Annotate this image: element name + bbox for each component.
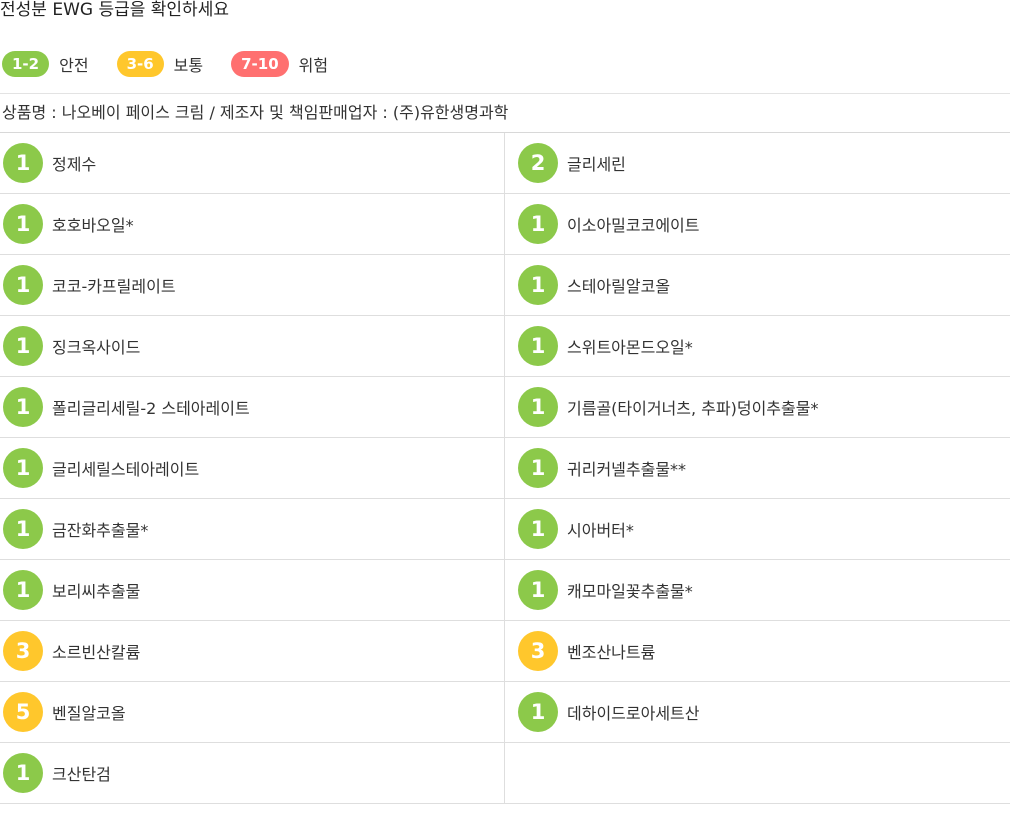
ingredient-row: 1 호호바오일* 1 이소아밀코코에이트 [0, 194, 1010, 255]
ingredient-name: 데하이드로아세트산 [567, 704, 700, 723]
ewg-grade-badge: 1 [518, 570, 558, 610]
legend-item-moderate: 3-6 보통 [116, 51, 204, 77]
ingredient-grid: 1 정제수 2 글리세린 1 호호바오일* 1 이소아밀코코에이트 1 코코-카프릴레이트 1 스테아… [0, 133, 1010, 804]
ingredient-item: 1 이소아밀코코에이트 [505, 194, 1010, 254]
ingredient-item: 1 금잔화추출물* [0, 499, 505, 559]
ingredient-item: 1 스위트아몬드오일* [505, 316, 1010, 376]
legend-moderate-label: 보통 [173, 56, 204, 75]
ewg-grade-badge: 3 [518, 631, 558, 671]
ingredient-name: 금잔화추출물* [52, 521, 149, 540]
ingredient-item: 1 기름골(타이거너츠, 추파)덩이추출물* [505, 377, 1010, 437]
ewg-grade-badge: 1 [3, 509, 43, 549]
ewg-grade-badge: 1 [518, 509, 558, 549]
ingredient-name: 보리씨추출물 [52, 582, 141, 601]
ewg-grade-badge: 1 [3, 387, 43, 427]
legend-danger-badge: 7-10 [231, 51, 289, 77]
ewg-grade-badge: 1 [3, 265, 43, 305]
ewg-grade-badge: 2 [518, 143, 558, 183]
ewg-grade-badge: 1 [3, 326, 43, 366]
ingredient-item: 1 귀리커넬추출물** [505, 438, 1010, 498]
ewg-grade-badge: 1 [518, 448, 558, 488]
ingredient-row: 1 정제수 2 글리세린 [0, 133, 1010, 194]
ingredient-item: 5 벤질알코올 [0, 682, 505, 742]
ingredient-row: 5 벤질알코올 1 데하이드로아세트산 [0, 682, 1010, 743]
ingredient-name: 시아버터* [567, 521, 634, 540]
ingredient-item: 1 시아버터* [505, 499, 1010, 559]
ingredient-name: 글리세릴스테아레이트 [52, 460, 200, 479]
ingredient-row: 1 보리씨추출물 1 캐모마일꽃추출물* [0, 560, 1010, 621]
ingredient-item: 1 보리씨추출물 [0, 560, 505, 620]
ingredient-item: 1 징크옥사이드 [0, 316, 505, 376]
ewg-grade-badge: 3 [3, 631, 43, 671]
legend-safe-badge: 1-2 [2, 51, 50, 77]
ingredient-row: 1 글리세릴스테아레이트 1 귀리커넬추출물** [0, 438, 1010, 499]
ingredient-name: 글리세린 [567, 155, 626, 174]
ewg-grade-badge: 1 [518, 326, 558, 366]
ewg-grade-badge: 5 [3, 692, 43, 732]
legend-moderate-badge: 3-6 [116, 51, 164, 77]
ingredient-row: 1 금잔화추출물* 1 시아버터* [0, 499, 1010, 560]
ewg-grade-badge: 1 [518, 387, 558, 427]
ingredient-item: 1 스테아릴알코올 [505, 255, 1010, 315]
ewg-grade-badge: 1 [518, 204, 558, 244]
ingredient-name: 소르빈산칼륨 [52, 643, 141, 662]
ingredient-name: 기름골(타이거너츠, 추파)덩이추출물* [567, 399, 819, 418]
ingredient-name: 크산탄검 [52, 765, 111, 784]
ingredient-row: 1 폴리글리세릴-2 스테아레이트 1 기름골(타이거너츠, 추파)덩이추출물* [0, 377, 1010, 438]
legend-item-danger: 7-10 위험 [231, 51, 328, 77]
ewg-grade-badge: 1 [3, 570, 43, 610]
ewg-grade-badge: 1 [3, 448, 43, 488]
ingredient-row: 1 징크옥사이드 1 스위트아몬드오일* [0, 316, 1010, 377]
ingredient-name: 벤조산나트륨 [567, 643, 656, 662]
ingredient-item: 1 캐모마일꽃추출물* [505, 560, 1010, 620]
ewg-grade-badge: 1 [518, 692, 558, 732]
ingredient-item: 1 폴리글리세릴-2 스테아레이트 [0, 377, 505, 437]
ingredient-item: 1 크산탄검 [0, 743, 505, 803]
ewg-grade-badge: 1 [3, 204, 43, 244]
ingredient-row: 1 코코-카프릴레이트 1 스테아릴알코올 [0, 255, 1010, 316]
ingredient-name: 스테아릴알코올 [567, 277, 671, 296]
ingredient-row: 1 크산탄검 [0, 743, 1010, 804]
page-title: 전성분 EWG 등급을 확인하세요 [0, 0, 229, 20]
ingredient-name: 캐모마일꽃추출물* [567, 582, 693, 601]
ewg-grade-badge: 1 [3, 143, 43, 183]
ingredient-name: 귀리커넬추출물** [567, 460, 687, 479]
empty-cell [505, 743, 1010, 803]
ingredient-item: 1 코코-카프릴레이트 [0, 255, 505, 315]
ingredient-name: 징크옥사이드 [52, 338, 141, 357]
ingredient-item: 2 글리세린 [505, 133, 1010, 193]
legend-safe-label: 안전 [59, 56, 89, 75]
ingredient-name: 벤질알코올 [52, 704, 126, 723]
product-info: 상품명 : 나오베이 페이스 크림 / 제조자 및 책임판매업자 : (주)유한… [0, 93, 1010, 133]
legend-danger-label: 위험 [298, 56, 329, 75]
ingredient-row: 3 소르빈산칼륨 3 벤조산나트륨 [0, 621, 1010, 682]
ingredient-item: 1 호호바오일* [0, 194, 505, 254]
ingredient-name: 폴리글리세릴-2 스테아레이트 [52, 399, 250, 418]
grade-legend: 1-2 안전 3-6 보통 7-10 위험 [2, 50, 356, 78]
ingredient-item: 1 정제수 [0, 133, 505, 193]
ingredient-name: 정제수 [52, 155, 97, 174]
ingredient-name: 이소아밀코코에이트 [567, 216, 700, 235]
ewg-grade-badge: 1 [3, 753, 43, 793]
ingredient-item: 1 글리세릴스테아레이트 [0, 438, 505, 498]
ingredient-item: 3 벤조산나트륨 [505, 621, 1010, 681]
ingredient-name: 코코-카프릴레이트 [52, 277, 176, 296]
ingredient-name: 호호바오일* [52, 216, 134, 235]
ingredient-item: 3 소르빈산칼륨 [0, 621, 505, 681]
legend-item-safe: 1-2 안전 [2, 51, 89, 77]
ewg-grade-badge: 1 [518, 265, 558, 305]
ingredient-name: 스위트아몬드오일* [567, 338, 693, 357]
ingredient-item: 1 데하이드로아세트산 [505, 682, 1010, 742]
